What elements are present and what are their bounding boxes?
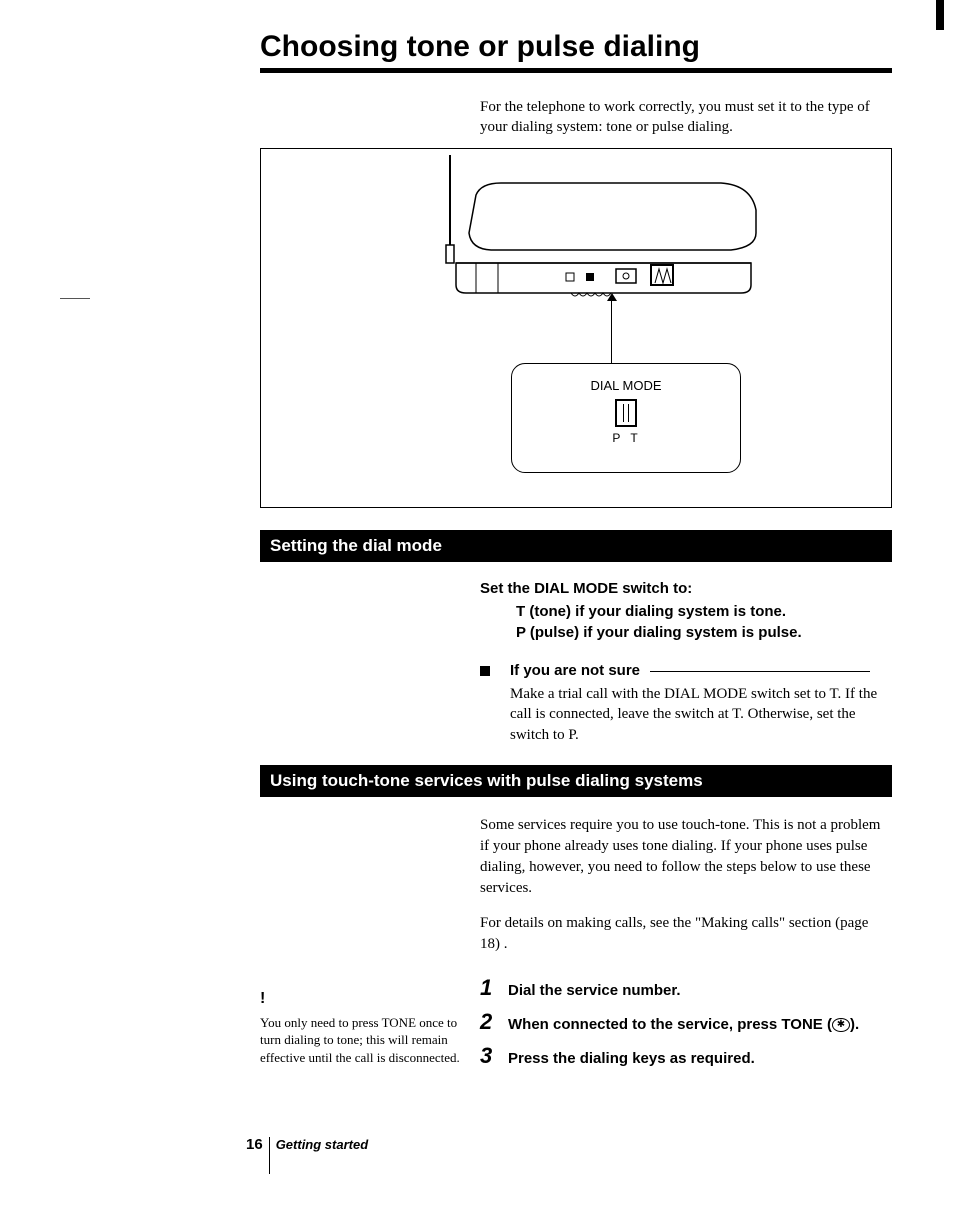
section-bar-touch-tone: Using touch-tone services with pulse dia… (260, 765, 892, 797)
phone-base-icon (421, 155, 761, 305)
steps-list: 1 Dial the service number. 2 When connec… (480, 977, 892, 1069)
page-title: Choosing tone or pulse dialing (260, 30, 892, 64)
callout-arrow-icon (607, 293, 617, 301)
intro-paragraph: For the telephone to work correctly, you… (480, 97, 892, 138)
dial-mode-diagram: DIAL MODE PT (260, 148, 892, 508)
if-not-sure-title: If you are not sure (510, 662, 640, 679)
title-rule-thin (650, 671, 870, 672)
touch-tone-para-2: For details on making calls, see the "Ma… (480, 913, 892, 955)
star-key-icon: ✱ (832, 1018, 850, 1032)
set-switch-heading: Set the DIAL MODE switch to: (480, 580, 892, 597)
if-not-sure-body: Make a trial call with the DIAL MODE swi… (510, 684, 892, 745)
page-footer: 16Getting started (246, 1136, 368, 1174)
dial-mode-pt-labels: PT (520, 431, 740, 445)
step-number: 2 (480, 1011, 508, 1033)
side-note: ! You only need to press TONE once to tu… (260, 988, 460, 1066)
dial-mode-callout: DIAL MODE PT (511, 363, 741, 473)
scan-artifact (60, 298, 90, 299)
attention-icon: ! (260, 988, 460, 1010)
dial-mode-label: DIAL MODE (512, 378, 740, 393)
dial-mode-switch-icon (615, 399, 637, 427)
step-1: 1 Dial the service number. (480, 977, 892, 1001)
step-text: Press the dialing keys as required. (508, 1045, 755, 1069)
section-bar-setting-dial-mode: Setting the dial mode (260, 530, 892, 562)
step-text: When connected to the service, press TON… (508, 1011, 859, 1035)
square-bullet-icon (480, 666, 490, 676)
option-tone: T (tone) if your dialing system is tone. (516, 601, 892, 623)
step-text: Dial the service number. (508, 977, 681, 1001)
page-number: 16 (246, 1136, 269, 1153)
option-pulse: P (pulse) if your dialing system is puls… (516, 622, 892, 644)
step-3: 3 Press the dialing keys as required. (480, 1045, 892, 1069)
touch-tone-para-1: Some services require you to use touch-t… (480, 815, 892, 899)
callout-line (611, 295, 612, 363)
step-2: 2 When connected to the service, press T… (480, 1011, 892, 1035)
side-note-text: You only need to press TONE once to turn… (260, 1014, 460, 1067)
page-edge-mark (936, 0, 944, 30)
step-number: 3 (480, 1045, 508, 1067)
footer-section: Getting started (269, 1137, 368, 1174)
step-number: 1 (480, 977, 508, 999)
title-rule (260, 68, 892, 73)
